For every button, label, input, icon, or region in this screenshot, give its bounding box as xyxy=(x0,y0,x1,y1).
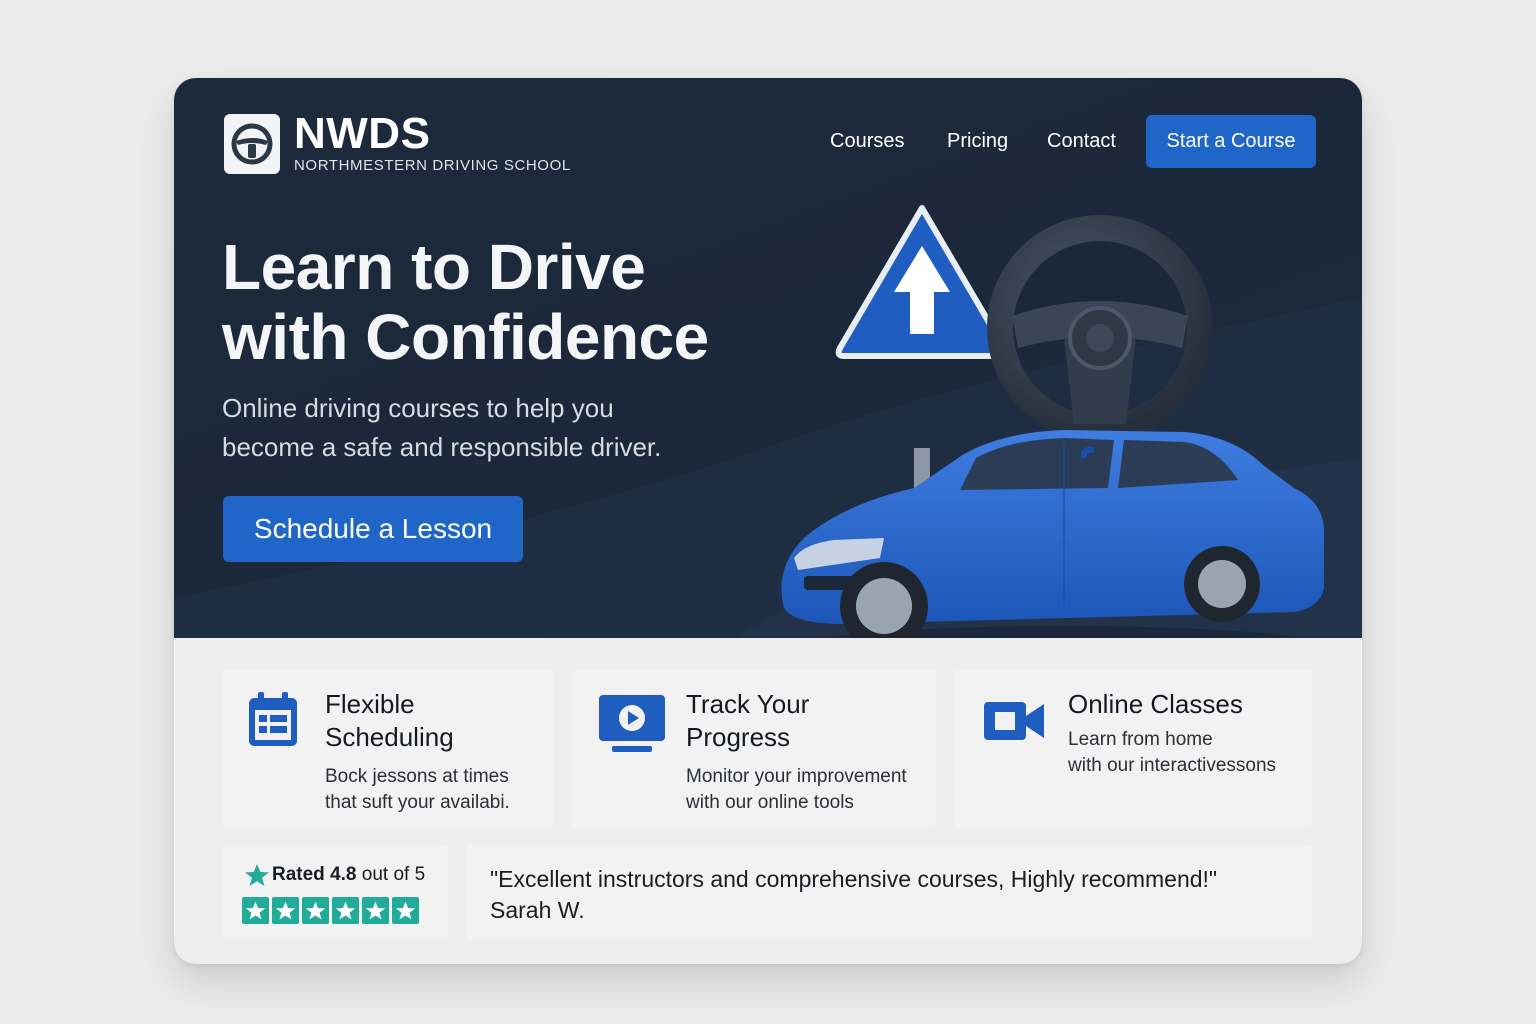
rating-suffix: out of 5 xyxy=(361,864,426,885)
feature-desc-line: Learn from home xyxy=(1068,729,1213,750)
star-icon xyxy=(242,897,269,924)
rating-score: 4.8 xyxy=(330,864,357,885)
feature-desc-line: that suft your availabi. xyxy=(325,792,510,813)
feature-desc-line: with our interactivessons xyxy=(1068,755,1277,776)
star-icon xyxy=(332,897,359,924)
feature-description: Monitor your improvement with our online… xyxy=(686,764,907,816)
feature-title: Flexible Scheduling xyxy=(325,688,454,754)
hero-title-line: with Confidence xyxy=(222,301,709,373)
video-camera-icon xyxy=(984,702,1044,740)
feature-desc-line: Bock jessons at times xyxy=(325,766,509,787)
star-icon xyxy=(302,897,329,924)
rating-box: Rated 4.8 out of 5 xyxy=(222,845,448,939)
schedule-lesson-button[interactable]: Schedule a Lesson xyxy=(223,496,523,562)
hero-title: Learn to Drive with Confidence xyxy=(222,232,822,372)
feature-title: Track Your Progress xyxy=(686,688,809,754)
nav-link-pricing[interactable]: Pricing xyxy=(947,128,1008,154)
testimonial-author: Sarah W. xyxy=(490,897,585,923)
hero-section: NWDS NORTHMESTERN DRIVING SCHOOL Courses… xyxy=(174,78,1362,638)
hero-subtitle: Online driving courses to help you becom… xyxy=(222,389,742,467)
feature-title: Online Classes xyxy=(1068,689,1243,719)
testimonial-quote: "Excellent instructors and comprehensive… xyxy=(490,866,1218,892)
steering-wheel-icon xyxy=(987,215,1213,441)
star-rating xyxy=(242,897,419,924)
feature-title-line: Flexible xyxy=(325,689,415,719)
hero-illustration xyxy=(781,205,1324,638)
feature-card-progress: Track Your Progress Monitor your improve… xyxy=(572,670,936,828)
brand-name: NWDS xyxy=(294,109,431,158)
monitor-play-icon xyxy=(599,695,665,752)
brand-subtitle: NORTHMESTERN DRIVING SCHOOL xyxy=(294,157,571,174)
car-illustration xyxy=(781,430,1324,638)
hero-subtitle-line: become a safe and responsible driver. xyxy=(222,432,662,462)
star-icon xyxy=(245,864,269,886)
hero-title-line: Learn to Drive xyxy=(222,231,646,303)
feature-description: Learn from home with our interactivesson… xyxy=(1068,727,1276,779)
feature-title-line: Progress xyxy=(686,722,791,752)
star-icon xyxy=(392,897,419,924)
feature-title-line: Track Your xyxy=(686,689,810,719)
testimonial: "Excellent instructors and comprehensive… xyxy=(490,864,1217,926)
calendar-icon xyxy=(249,692,297,746)
star-icon xyxy=(362,897,389,924)
landing-card: NWDS NORTHMESTERN DRIVING SCHOOL Courses… xyxy=(174,78,1362,964)
star-icon xyxy=(272,897,299,924)
feature-desc-line: with our online tools xyxy=(686,792,854,813)
rating-prefix: Rated xyxy=(272,864,325,885)
feature-card-scheduling: Flexible Scheduling Bock jessons at time… xyxy=(222,670,554,828)
logo[interactable] xyxy=(224,114,280,174)
steering-wheel-icon xyxy=(231,123,273,165)
feature-card-online-classes: Online Classes Learn from home with our … xyxy=(954,670,1312,828)
hero-subtitle-line: Online driving courses to help you xyxy=(222,393,614,423)
start-course-button[interactable]: Start a Course xyxy=(1146,115,1316,168)
testimonial-box: "Excellent instructors and comprehensive… xyxy=(466,845,1312,939)
nav-link-contact[interactable]: Contact xyxy=(1047,128,1116,154)
rating-line: Rated 4.8 out of 5 xyxy=(244,863,425,887)
feature-desc-line: Monitor your improvement xyxy=(686,766,907,787)
nav-link-courses[interactable]: Courses xyxy=(830,128,904,154)
feature-description: Bock jessons at times that suft your ava… xyxy=(325,764,510,816)
feature-title-line: Scheduling xyxy=(325,722,454,752)
